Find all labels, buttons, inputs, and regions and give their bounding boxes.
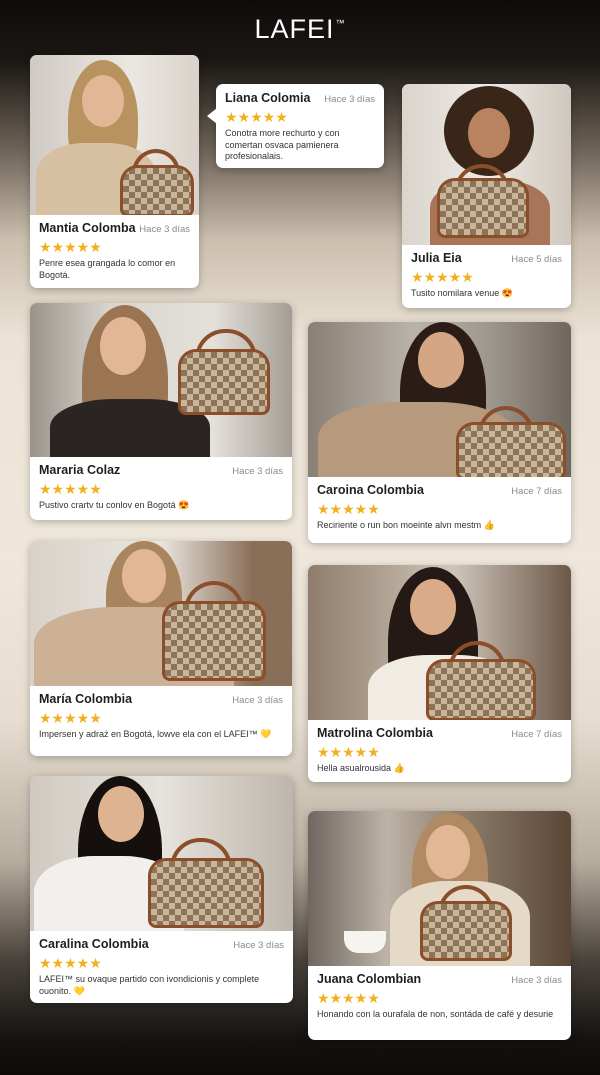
review-time: Hace 3 días [511, 975, 562, 986]
review-text: Tusito nomilara venue 😍 [411, 288, 513, 298]
review-card-julia: Julia Eia Hace 5 días ★★★★★ Tusito nomil… [402, 84, 571, 308]
review-card-caroina: Caroina Colombia Hace 7 días ★★★★★ Recir… [308, 322, 571, 543]
reviewer-name: Julia Eia [411, 251, 462, 265]
star-rating: ★★★★★ [39, 481, 102, 497]
review-text: Reciriente o run bon moeinte alvn mestm … [317, 520, 495, 530]
star-rating: ★★★★★ [317, 501, 380, 517]
reviewer-name: Mararia Colaz [39, 463, 121, 477]
review-time: Hace 3 días [232, 466, 283, 477]
review-text: Honando con la ourafala de non, sontáda … [317, 1009, 554, 1019]
review-text: Pustivo crartv tu conlov en Bogotá 😍 [39, 500, 190, 510]
review-time: Hace 3 días [139, 224, 190, 235]
reviewer-name: Caroina Colombia [317, 483, 424, 497]
star-rating: ★★★★★ [317, 990, 380, 1006]
review-card-mararia: Mararia Colaz Hace 3 días ★★★★★ Pustivo … [30, 303, 292, 520]
review-text: Hella asualrousida 👍 [317, 763, 405, 773]
reviewer-name: Juana Colombian [317, 972, 422, 986]
review-text: LAFEI™ su ovaque partido con ivondicioni… [39, 974, 260, 996]
brand-logo: LAFEI™ [0, 14, 600, 45]
review-time: Hace 7 días [511, 729, 562, 740]
trademark-mark: ™ [335, 18, 346, 28]
review-text: Conotra more rechurto y con comertan osv… [225, 128, 340, 161]
review-card-juana: Juana Colombian Hace 3 días ★★★★★ Honand… [308, 811, 571, 1040]
review-text: Impersen y adraż en Bogotá, lowve ela co… [39, 729, 272, 739]
review-time: Hace 3 días [232, 695, 283, 706]
review-bubble-liana: Liana Colomia Hace 3 días ★★★★★ Conotra … [207, 84, 384, 168]
star-rating: ★★★★★ [39, 955, 102, 971]
reviewer-name: Liana Colomia [225, 91, 311, 105]
review-time: Hace 3 días [324, 94, 375, 105]
star-rating: ★★★★★ [317, 744, 380, 760]
review-photo [30, 303, 292, 457]
reviewer-name: Mantia Colomba [39, 221, 136, 235]
coffee-cup-icon [344, 931, 386, 953]
review-photo [308, 565, 571, 720]
brand-name: LAFEI [254, 14, 335, 44]
review-photo [30, 776, 293, 931]
review-photo [30, 55, 199, 215]
star-rating: ★★★★★ [225, 109, 288, 125]
star-rating: ★★★★★ [39, 239, 102, 255]
review-card-maria: María Colombia Hace 3 días ★★★★★ Imperse… [30, 541, 292, 756]
review-card-caralina: Caralina Colombia Hace 3 días ★★★★★ LAFE… [30, 776, 293, 1003]
review-time: Hace 3 días [233, 940, 284, 951]
review-time: Hace 5 días [511, 254, 562, 265]
review-photo [308, 811, 571, 966]
review-photo [30, 541, 292, 686]
review-card-matrolina: Matrolina Colombia Hace 7 días ★★★★★ Hel… [308, 565, 571, 782]
reviewer-name: Caralina Colombia [39, 937, 149, 951]
review-text: Penre esea grangada lo comor en Bogotá. [39, 258, 176, 280]
review-photo [402, 84, 571, 245]
reviewer-name: Matrolina Colombia [317, 726, 433, 740]
review-photo [308, 322, 571, 477]
review-card-mantia: Mantia Colomba Hace 3 días ★★★★★ Penre e… [30, 55, 199, 288]
star-rating: ★★★★★ [39, 710, 102, 726]
review-time: Hace 7 días [511, 486, 562, 497]
reviewer-name: María Colombia [39, 692, 133, 706]
star-rating: ★★★★★ [411, 269, 474, 285]
